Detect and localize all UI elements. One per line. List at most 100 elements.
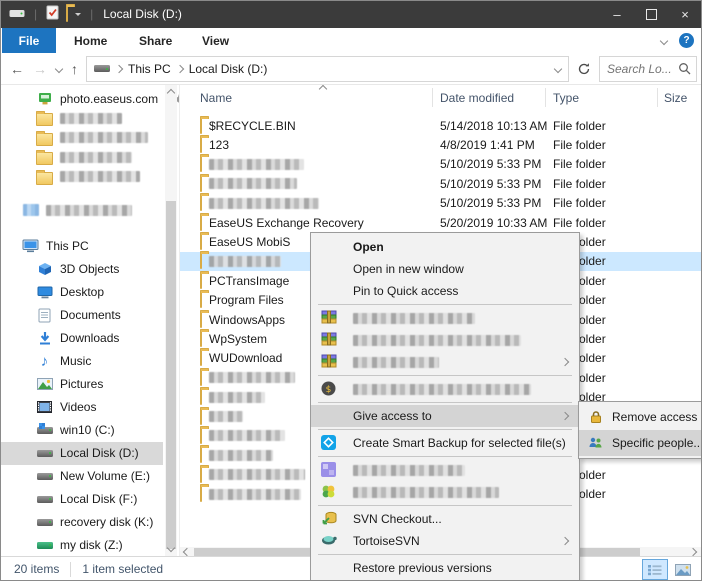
sidebar-item-label: Music: [60, 354, 91, 368]
sidebar-item-recovery-disk-k[interactable]: recovery disk (K:): [0, 511, 163, 534]
menu-open-in-new-window[interactable]: Open in new window: [311, 258, 579, 280]
scroll-left-icon[interactable]: [183, 548, 191, 556]
file-row[interactable]: $RECYCLE.BIN5/14/2018 10:13 AMFile folde…: [180, 116, 702, 135]
sidebar-item-redacted[interactable]: [0, 128, 163, 148]
folder-icon: [200, 196, 202, 210]
search-icon[interactable]: [678, 62, 691, 78]
downloads-icon: [36, 331, 53, 346]
navigation-pane: photo.easeus.com This PC3D ObjectsDesktop…: [0, 85, 180, 557]
ribbon-tab-bar: File Home Share View ?: [0, 28, 702, 54]
sidebar-scrollbar[interactable]: [165, 85, 177, 557]
sidebar-item-3d-objects[interactable]: 3D Objects: [0, 258, 163, 281]
sidebar-item-downloads[interactable]: Downloads: [0, 327, 163, 350]
sidebar-item-pictures[interactable]: Pictures: [0, 373, 163, 396]
address-bar-row: ← → ↑ This PC Local Disk (D:): [0, 53, 702, 84]
file-name: WindowsApps: [209, 313, 285, 327]
sidebar-item-local-disk-d[interactable]: Local Disk (D:): [0, 442, 163, 465]
properties-qat-icon[interactable]: [46, 5, 59, 23]
details-view-button[interactable]: [642, 559, 668, 580]
menu-give-access-to[interactable]: Give access to: [311, 405, 579, 427]
menu-item-label: TortoiseSVN: [353, 534, 420, 548]
type-cell: File folder: [553, 157, 606, 171]
menu-restore-previous-versions[interactable]: Restore previous versions: [311, 557, 579, 579]
menu-item-label: Give access to: [353, 409, 432, 423]
customize-qat-caret-icon[interactable]: [75, 13, 81, 19]
scroll-right-icon[interactable]: [689, 548, 697, 556]
menu-redacted-purple[interactable]: [311, 459, 579, 481]
tab-home[interactable]: Home: [60, 28, 121, 53]
type-cell: File folder: [553, 216, 606, 230]
tab-share[interactable]: Share: [125, 28, 186, 53]
column-header-size[interactable]: Size: [664, 91, 687, 105]
search-box[interactable]: [599, 56, 697, 82]
file-row[interactable]: 1234/8/2019 1:41 PMFile folder: [180, 135, 702, 154]
file-row[interactable]: 5/10/2019 5:33 PMFile folder: [180, 155, 702, 174]
file-row[interactable]: EaseUS Exchange Recovery5/20/2019 10:33 …: [180, 213, 702, 232]
menu-dollar-redacted[interactable]: $: [311, 378, 579, 400]
submenu-arrow-icon: [561, 358, 569, 366]
breadcrumb-chevron-icon[interactable]: [115, 64, 123, 72]
redacted-label: [46, 205, 132, 216]
up-icon[interactable]: ↑: [71, 62, 78, 76]
tab-view[interactable]: View: [188, 28, 243, 53]
submenu-remove-access[interactable]: Remove access: [579, 404, 702, 430]
sidebar-item-label: Videos: [60, 400, 96, 414]
column-header-name[interactable]: Name: [200, 91, 232, 105]
help-icon[interactable]: ?: [679, 33, 694, 48]
sidebar-item-desktop[interactable]: Desktop: [0, 281, 163, 304]
refresh-icon[interactable]: [577, 62, 591, 76]
thumbnails-view-button[interactable]: [670, 559, 696, 580]
ribbon-expand-icon[interactable]: [660, 36, 668, 44]
sidebar-item-new-volume-e[interactable]: New Volume (E:): [0, 465, 163, 488]
sidebar-item-photo-easeus-com[interactable]: photo.easeus.com: [0, 89, 163, 109]
close-button[interactable]: ×: [668, 0, 702, 28]
new-folder-qat-icon[interactable]: [66, 7, 68, 21]
minimize-button[interactable]: –: [600, 0, 634, 28]
submenu-specific-people[interactable]: Specific people...: [579, 430, 702, 456]
column-header-date-modified[interactable]: Date modified: [440, 91, 514, 105]
file-row[interactable]: 5/10/2019 5:33 PMFile folder: [180, 194, 702, 213]
menu-winrar-redacted-2[interactable]: [311, 329, 579, 351]
sidebar-item-music[interactable]: ♪Music: [0, 350, 163, 373]
drive-win-icon: [36, 427, 53, 434]
sidebar-item-this-pc[interactable]: This PC: [0, 235, 163, 258]
sidebar-item-win10-c[interactable]: win10 (C:): [0, 419, 163, 442]
sidebar-item-documents[interactable]: Documents: [0, 304, 163, 327]
sidebar-item-redacted[interactable]: [0, 109, 163, 129]
tab-file[interactable]: File: [2, 28, 56, 53]
file-row[interactable]: 5/10/2019 5:33 PMFile folder: [180, 174, 702, 193]
breadcrumb-this-pc[interactable]: This PC: [128, 62, 171, 76]
breadcrumb-chevron-icon[interactable]: [175, 64, 183, 72]
folder-icon: [36, 110, 53, 126]
sidebar-item-cloud-redacted[interactable]: [0, 199, 163, 222]
scrollbar-thumb[interactable]: [166, 201, 176, 549]
column-header-type[interactable]: Type: [553, 91, 579, 105]
menu-open[interactable]: Open: [311, 236, 579, 258]
sidebar-item-my-disk-z[interactable]: my disk (Z:): [0, 534, 163, 557]
recent-locations-caret-icon[interactable]: [55, 64, 63, 72]
menu-svn-checkout[interactable]: SVN Checkout...: [311, 508, 579, 530]
sidebar-item-redacted[interactable]: [0, 167, 163, 187]
menu-winrar-redacted-1[interactable]: [311, 307, 579, 329]
menu-tortoisesvn[interactable]: TortoiseSVN: [311, 530, 579, 552]
sidebar-item-local-disk-f[interactable]: Local Disk (F:): [0, 488, 163, 511]
menu-winrar-redacted-3[interactable]: [311, 351, 579, 373]
folder-icon: [36, 130, 53, 146]
date-modified-cell: 4/8/2019 1:41 PM: [440, 138, 535, 152]
menu-pin-to-quick-access[interactable]: Pin to Quick access: [311, 280, 579, 302]
scroll-up-icon[interactable]: [167, 89, 175, 97]
sidebar-item-videos[interactable]: Videos: [0, 396, 163, 419]
address-box[interactable]: This PC Local Disk (D:): [86, 56, 569, 82]
breadcrumb-local-disk-d[interactable]: Local Disk (D:): [189, 62, 268, 76]
back-icon[interactable]: ←: [10, 62, 24, 76]
address-dropdown-caret-icon[interactable]: [554, 64, 562, 72]
sidebar-item-label: Downloads: [60, 331, 119, 345]
redacted-label: [60, 152, 132, 163]
folder-icon: [200, 119, 202, 133]
forward-icon[interactable]: →: [33, 62, 47, 76]
sidebar-item-redacted[interactable]: [0, 148, 163, 168]
menu-redacted-green[interactable]: [311, 481, 579, 503]
menu-create-smart-backup[interactable]: Create Smart Backup for selected file(s): [311, 432, 579, 454]
folder-icon: [200, 429, 202, 443]
maximize-button[interactable]: [634, 0, 668, 28]
